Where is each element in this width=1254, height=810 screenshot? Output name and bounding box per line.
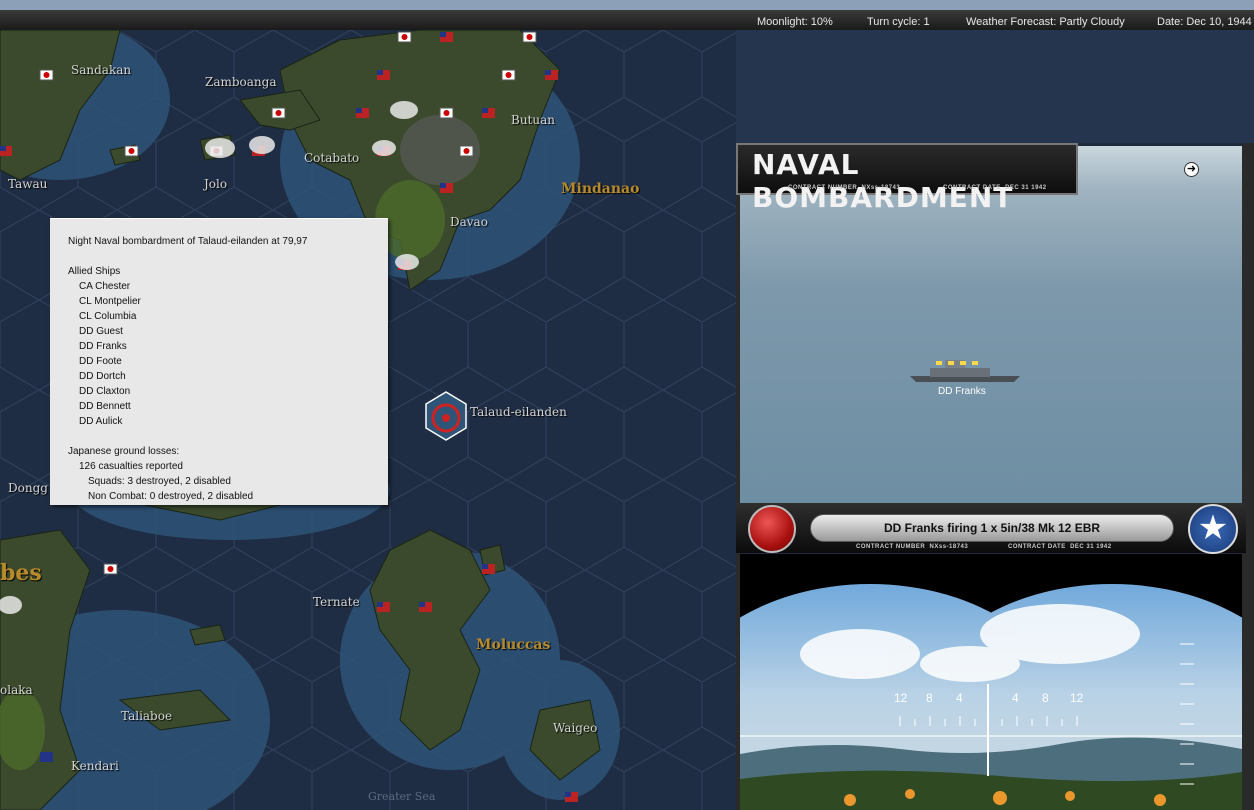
place-label: Butuan	[511, 113, 555, 127]
ship-entry: CL Montpelier	[79, 296, 141, 307]
allied-ships-header: Allied Ships	[68, 266, 121, 277]
ship-entry: DD Foote	[79, 356, 122, 367]
contract-date: CONTRACT DATE DEC 31 1942	[943, 185, 1047, 191]
non-combat-line: Non Combat: 0 destroyed, 2 disabled	[88, 491, 254, 502]
weather-forecast-info: Weather Forecast: Partly Cloudy	[966, 16, 1125, 28]
report-title: Night Naval bombardment of Talaud-eiland…	[68, 236, 308, 247]
ship-label: DD Franks	[938, 386, 986, 397]
place-label: Ternate	[313, 595, 360, 609]
place-label: Jolo	[204, 177, 228, 191]
place-label: Davao	[450, 215, 488, 229]
map-watermark: Greater Sea	[368, 790, 436, 803]
region-label: bes	[0, 560, 42, 586]
scope-tick-label: 12	[1070, 691, 1084, 705]
top-status-bar: Moonlight: 10% Turn cycle: 1 Weather For…	[0, 0, 1254, 30]
ship-entry: DD Dortch	[79, 371, 126, 382]
place-label: Cotabato	[304, 151, 360, 165]
combat-report-panel[interactable]: Night Naval bombardment of Talaud-eiland…	[50, 218, 388, 505]
moonlight-info: Moonlight: 10%	[757, 16, 833, 28]
ship-entry: CA Chester	[79, 281, 131, 292]
ship-entry: CL Columbia	[79, 311, 137, 322]
binocular-scope-view: 12 8 4 4 8 12	[740, 554, 1242, 810]
white-star-icon: ★	[1188, 504, 1238, 554]
scope-tick-label: 8	[926, 691, 933, 705]
place-label: olaka	[0, 683, 33, 697]
map-right-edge	[736, 30, 1254, 143]
scope-tick-label: 4	[956, 691, 963, 705]
scope-tick-label: 8	[1042, 691, 1049, 705]
squads-line: Squads: 3 destroyed, 2 disabled	[88, 476, 231, 487]
ship-entry: DD Claxton	[79, 386, 131, 397]
ship-entry: DD Aulick	[79, 416, 123, 427]
scope-tick-label: 4	[1012, 691, 1019, 705]
region-label: Mindanao	[561, 181, 640, 197]
fire-contract-number: CONTRACT NUMBER NXss-18743	[856, 544, 969, 550]
fire-contract-date: CONTRACT DATE DEC 31 1942	[1008, 544, 1112, 550]
bombardment-title-plate: NAVAL BOMBARDMENT CONTRACT NUMBER NXss-1…	[736, 143, 1078, 214]
panel-frame-right	[1242, 143, 1254, 810]
turn-cycle-info: Turn cycle: 1	[867, 16, 930, 28]
scope-scene: 12 8 4 4 8 12	[740, 554, 1242, 810]
place-label: Waigeo	[553, 721, 598, 735]
firing-message: DD Franks firing 1 x 5in/38 Mk 12 EBR	[810, 514, 1174, 542]
casualties-line: 126 casualties reported	[79, 461, 183, 472]
ship-entry: DD Franks	[79, 341, 127, 352]
date-info: Date: Dec 10, 1944	[1157, 16, 1252, 28]
region-label: Moluccas	[476, 637, 551, 653]
place-label: Sandakan	[71, 63, 132, 77]
contract-number: CONTRACT NUMBER NXss-18743	[788, 185, 901, 191]
place-label: Dongg	[8, 481, 48, 495]
place-label: Talaud-eilanden	[470, 405, 567, 419]
place-label: Kendari	[71, 759, 119, 773]
red-disc-icon	[748, 505, 796, 553]
ship-entry: DD Bennett	[79, 401, 131, 412]
place-label: Zamboanga	[205, 75, 277, 89]
bombardment-title: NAVAL BOMBARDMENT	[752, 148, 1014, 214]
arrow-right-icon[interactable]: ➜	[1184, 162, 1199, 177]
place-label: Tawau	[8, 177, 48, 191]
scope-tick-label: 12	[894, 691, 908, 705]
ship-entry: DD Guest	[79, 326, 123, 337]
losses-header: Japanese ground losses:	[68, 446, 180, 457]
place-label: Taliaboe	[121, 709, 173, 723]
